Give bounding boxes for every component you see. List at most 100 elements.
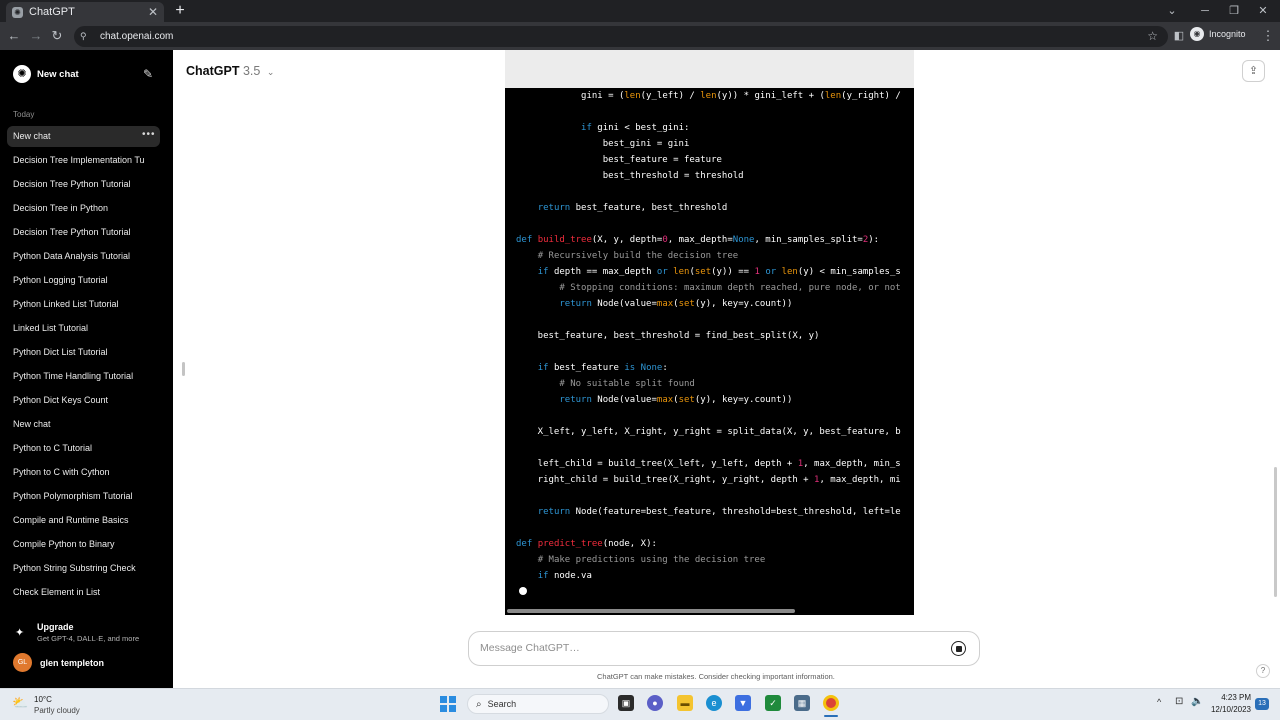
file-explorer-icon[interactable]: ▬ bbox=[677, 695, 693, 711]
url-text: chat.openai.com bbox=[100, 31, 174, 42]
code-token: , max_depth, min_s bbox=[803, 459, 901, 469]
site-info-icon[interactable]: ⚲ bbox=[80, 31, 94, 42]
code-line: def build_tree(X, y, depth=0, max_depth=… bbox=[516, 232, 879, 248]
sidebar-chat-item[interactable]: Check Element in List bbox=[13, 587, 154, 597]
image-app-icon[interactable]: ▦ bbox=[794, 695, 810, 711]
sidebar-chat-item[interactable]: Decision Tree Implementation Tu bbox=[13, 155, 154, 165]
code-token: best_feature = feature bbox=[516, 155, 722, 165]
compose-icon[interactable]: ✎ bbox=[143, 67, 153, 81]
sidebar-toggle-handle[interactable] bbox=[182, 362, 185, 376]
code-token: set bbox=[678, 299, 695, 309]
user-avatar[interactable]: GL bbox=[13, 653, 32, 672]
spreadsheet-app-icon[interactable]: ✓ bbox=[765, 695, 781, 711]
code-token: (y) < min_samples_s bbox=[797, 267, 901, 277]
model-selector[interactable]: ChatGPT 3.5 ⌄ bbox=[186, 64, 274, 78]
sidebar-chat-item[interactable]: Compile Python to Binary bbox=[13, 539, 154, 549]
sidebar-chat-item[interactable]: Compile and Runtime Basics bbox=[13, 515, 154, 525]
weather-icon[interactable]: ⛅ bbox=[12, 695, 28, 711]
sidebar-chat-item[interactable]: Python Time Handling Tutorial bbox=[13, 371, 154, 381]
stop-generating-button[interactable] bbox=[951, 641, 966, 656]
clock-date[interactable]: 12/10/2023 bbox=[1208, 705, 1251, 714]
sidebar-chat-item[interactable]: Linked List Tutorial bbox=[13, 323, 154, 333]
browser-menu-icon[interactable]: ⋮ bbox=[1259, 27, 1277, 45]
openai-logo-icon[interactable]: ✺ bbox=[13, 65, 31, 83]
code-token: if bbox=[537, 363, 549, 373]
tab-search-chevron-icon[interactable]: ⌄ bbox=[1163, 3, 1181, 19]
volume-icon[interactable]: 🔈 bbox=[1191, 696, 1203, 707]
minimize-icon[interactable]: ─ bbox=[1196, 3, 1214, 19]
code-token: max bbox=[656, 299, 674, 309]
sidebar-chat-item[interactable]: Decision Tree in Python bbox=[13, 203, 154, 213]
code-token: # Recursively build the decision tree bbox=[537, 251, 739, 261]
share-icon[interactable]: ⇪ bbox=[1242, 60, 1265, 82]
code-token: (X, y, depth= bbox=[591, 235, 663, 245]
reload-icon[interactable]: ↻ bbox=[48, 27, 66, 45]
restore-icon[interactable]: ❐ bbox=[1225, 3, 1243, 19]
new-tab-button[interactable]: + bbox=[172, 2, 188, 20]
sidebar-chat-item[interactable]: Python Logging Tutorial bbox=[13, 275, 154, 285]
task-view-icon[interactable]: ▣ bbox=[618, 695, 634, 711]
user-name[interactable]: glen templeton bbox=[40, 658, 104, 668]
chrome-icon[interactable] bbox=[823, 695, 839, 711]
address-bar[interactable]: ⚲ chat.openai.com ☆ bbox=[74, 26, 1168, 47]
sidebar-chat-item[interactable]: New chat bbox=[13, 419, 154, 429]
code-token: return bbox=[537, 507, 571, 517]
weather-temperature[interactable]: 10°C bbox=[34, 695, 52, 704]
code-line: return best_feature, best_threshold bbox=[516, 200, 728, 216]
code-line: X_left, y_left, X_right, y_right = split… bbox=[516, 424, 901, 440]
code-token: Node(value= bbox=[591, 299, 657, 309]
network-icon[interactable]: ⊡ bbox=[1175, 696, 1183, 707]
chatgpt-favicon-icon: ✺ bbox=[12, 6, 23, 18]
code-token: # Make predictions using the decision tr… bbox=[537, 555, 766, 565]
bookmark-star-icon[interactable]: ☆ bbox=[1147, 29, 1158, 43]
back-icon[interactable]: ← bbox=[5, 27, 23, 45]
sidebar-chat-item[interactable]: Python Data Analysis Tutorial bbox=[13, 251, 154, 261]
code-horizontal-scrollbar[interactable] bbox=[507, 609, 795, 613]
notification-badge[interactable]: 13 bbox=[1255, 698, 1269, 710]
sidebar-chat-item[interactable]: Decision Tree Python Tutorial bbox=[13, 227, 154, 237]
sidebar-chat-item[interactable]: Python Dict List Tutorial bbox=[13, 347, 154, 357]
clock-time[interactable]: 4:23 PM bbox=[1213, 693, 1251, 702]
code-token: or bbox=[765, 267, 777, 277]
sidebar-chat-item[interactable]: Python Polymorphism Tutorial bbox=[13, 491, 154, 501]
sidebar-chat-item[interactable]: Python to C with Cython bbox=[13, 467, 154, 477]
sidebar-chat-item[interactable]: Python to C Tutorial bbox=[13, 443, 154, 453]
sidebar-chat-item[interactable]: Python String Substring Check bbox=[13, 563, 154, 573]
forward-icon[interactable]: → bbox=[27, 27, 45, 45]
vpn-app-icon[interactable]: ▼ bbox=[735, 695, 751, 711]
sidebar-chat-item[interactable]: Python Dict Keys Count bbox=[13, 395, 154, 405]
stop-icon bbox=[955, 645, 962, 652]
code-token: (y), key=y.count)) bbox=[694, 395, 793, 405]
taskbar-search[interactable]: ⌕ Search bbox=[467, 694, 609, 714]
close-window-icon[interactable]: ✕ bbox=[1254, 3, 1272, 19]
edge-browser-icon[interactable]: e bbox=[706, 695, 722, 711]
start-button[interactable] bbox=[440, 696, 456, 712]
new-chat-button[interactable]: New chat bbox=[37, 69, 79, 80]
side-panel-icon[interactable]: ◧ bbox=[1170, 27, 1188, 45]
help-button[interactable]: ? bbox=[1256, 664, 1270, 678]
tray-overflow-icon[interactable]: ^ bbox=[1157, 697, 1161, 707]
tab-close-icon[interactable]: ✕ bbox=[148, 5, 158, 19]
code-line: # Recursively build the decision tree bbox=[516, 248, 738, 264]
browser-tab[interactable]: ✺ ChatGPT ✕ bbox=[6, 2, 164, 22]
sidebar-chat-item[interactable]: Python Linked List Tutorial bbox=[13, 299, 154, 309]
weather-condition[interactable]: Partly cloudy bbox=[34, 706, 80, 715]
search-icon: ⌕ bbox=[476, 698, 482, 710]
sparkle-icon: ✦ bbox=[15, 627, 25, 639]
sidebar-chat-item[interactable]: Decision Tree Python Tutorial bbox=[13, 179, 154, 189]
upgrade-button[interactable]: Upgrade bbox=[37, 622, 74, 632]
code-token: best_feature, best_threshold = find_best… bbox=[516, 331, 820, 341]
code-token: max bbox=[656, 395, 674, 405]
incognito-icon: ◉ bbox=[1190, 27, 1204, 41]
active-app-indicator bbox=[824, 715, 838, 717]
incognito-profile[interactable]: ◉ Incognito bbox=[1190, 27, 1246, 41]
chat-app-icon[interactable]: ● bbox=[647, 695, 663, 711]
code-line: gini = (len(y_left) / len(y)) * gini_lef… bbox=[516, 88, 901, 104]
code-token: # No suitable split found bbox=[559, 379, 695, 389]
code-token: None bbox=[732, 235, 755, 245]
page-scrollbar[interactable] bbox=[1274, 467, 1277, 597]
message-input[interactable] bbox=[480, 642, 920, 654]
sidebar-chat-item[interactable]: New chat bbox=[13, 131, 154, 141]
